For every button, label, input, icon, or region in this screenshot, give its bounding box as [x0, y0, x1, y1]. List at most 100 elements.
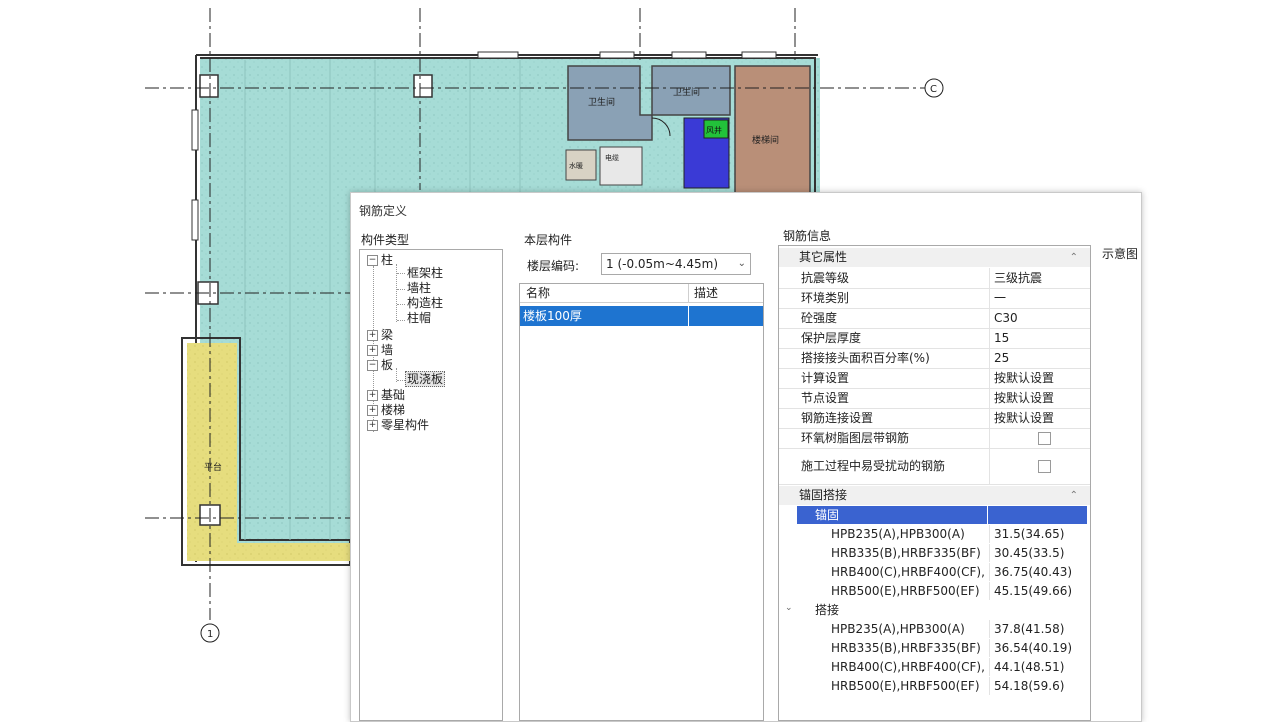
small-room-label-2: 电缆 — [605, 153, 619, 162]
prop-name: 施工过程中易受扰动的钢筋 — [801, 459, 946, 473]
anchorage-group-row[interactable]: ⌄ 锚固 — [785, 506, 1087, 524]
anchorage-value[interactable]: 31.5(34.65) — [989, 525, 1064, 543]
disturbed-checkbox[interactable] — [1037, 460, 1051, 473]
component-list[interactable]: 名称 描述 楼板100厚 — [519, 283, 764, 721]
prop-value[interactable]: 25 — [989, 348, 1009, 368]
tree-label: 零星构件 — [381, 418, 430, 432]
expand-icon[interactable]: + — [367, 405, 378, 416]
platform-area[interactable] — [187, 343, 237, 561]
prop-value[interactable]: 15 — [989, 328, 1009, 348]
steel-grade: HRB400(C),HRBF400(CF),RRB400(D) — [831, 660, 986, 674]
lap-row[interactable]: HPB235(A),HPB300(A) 37.8(41.58) — [779, 620, 1090, 638]
lap-row[interactable]: HRB400(C),HRBF400(CF),RRB400(D)44.1(48.5… — [779, 658, 1090, 676]
prop-row-connection-settings[interactable]: 钢筋连接设置 按默认设置 — [779, 408, 1090, 429]
left-margin — [0, 0, 140, 720]
tree-item-misc[interactable]: + 零星构件 — [367, 418, 429, 433]
tree-label: 柱 — [381, 253, 394, 267]
prop-name: 节点设置 — [801, 391, 850, 405]
collapse-icon[interactable]: − — [367, 255, 378, 266]
component-types-title: 构件类型 — [361, 233, 410, 247]
lap-value[interactable]: 36.54(40.19) — [989, 639, 1072, 657]
stair-room[interactable] — [734, 65, 811, 197]
tree-item-frame-column[interactable]: 框架柱 — [407, 266, 443, 281]
rebar-definition-dialog[interactable]: 钢筋定义 构件类型 − 柱 框架柱 墙柱 构造柱 柱帽 + 梁 + 墙 − 板 现浇板 … — [350, 192, 1142, 722]
prop-value[interactable] — [989, 428, 1090, 448]
steel-grade: HPB235(A),HPB300(A) — [831, 527, 965, 541]
prop-name: 计算设置 — [801, 371, 850, 385]
tree-item-wall[interactable]: + 墙 — [367, 343, 393, 358]
diagram-label: 示意图 — [1102, 247, 1139, 261]
prop-value[interactable]: 按默认设置 — [989, 388, 1054, 408]
tree-item-column[interactable]: − 柱 — [367, 253, 393, 268]
steel-grade: HPB235(A),HPB300(A) — [831, 622, 965, 636]
prop-value[interactable]: 一 — [989, 288, 1006, 308]
tree-item-structural-column[interactable]: 构造柱 — [407, 296, 443, 311]
lap-value[interactable]: 44.1(48.51) — [989, 658, 1064, 676]
tree-item-cast-slab[interactable]: 现浇板 — [405, 371, 446, 387]
tree-item-column-cap[interactable]: 柱帽 — [407, 311, 431, 326]
lap-row[interactable]: HRB500(E),HRBF500(EF) 54.18(59.6) — [779, 677, 1090, 695]
steel-grade: HRB335(B),HRBF335(BF) — [831, 546, 981, 560]
dialog-title: 钢筋定义 — [359, 204, 408, 218]
anchorage-value[interactable]: 30.45(33.5) — [989, 544, 1064, 562]
prop-name: 抗震等级 — [801, 271, 850, 285]
component-tree[interactable]: − 柱 框架柱 墙柱 构造柱 柱帽 + 梁 + 墙 − 板 现浇板 + 基础 + 楼梯 + 零… — [359, 249, 503, 721]
prop-value[interactable]: 三级抗震 — [989, 268, 1042, 288]
anchorage-row[interactable]: HPB235(A),HPB300(A) 31.5(34.65) — [779, 525, 1090, 543]
prop-value[interactable] — [989, 448, 1090, 484]
lap-row[interactable]: HRB335(B),HRBF335(BF) 36.54(40.19) — [779, 639, 1090, 657]
expand-icon[interactable]: + — [367, 390, 378, 401]
anchorage-row[interactable]: HRB500(E),HRBF500(EF) 45.15(49.66) — [779, 582, 1090, 600]
tree-label: 墙 — [381, 343, 394, 357]
prop-row-disturbed[interactable]: 施工过程中易受扰动的钢筋 — [779, 448, 1090, 485]
rebar-info-title: 钢筋信息 — [783, 229, 832, 243]
collapse-icon[interactable]: ⌃ — [1070, 248, 1078, 267]
collapse-icon[interactable]: − — [367, 360, 378, 371]
expand-icon[interactable]: + — [367, 345, 378, 356]
prop-row-calc-settings[interactable]: 计算设置 按默认设置 — [779, 368, 1090, 389]
tree-item-stair[interactable]: + 楼梯 — [367, 403, 405, 418]
chevron-down-icon[interactable]: ⌄ — [738, 254, 746, 274]
lap-value[interactable]: 54.18(59.6) — [989, 677, 1064, 695]
anchorage-value[interactable]: 36.75(40.43) — [989, 563, 1072, 581]
chevron-down-icon[interactable]: ⌄ — [785, 508, 793, 518]
lap-value[interactable]: 37.8(41.58) — [989, 620, 1064, 638]
prop-row-epoxy[interactable]: 环氧树脂图层带钢筋 — [779, 428, 1090, 449]
anchorage-row[interactable]: HRB335(B),HRBF335(BF) 30.45(33.5) — [779, 544, 1090, 562]
list-item-selected[interactable]: 楼板100厚 — [520, 306, 763, 326]
prop-value[interactable]: C30 — [989, 308, 1018, 328]
prop-row-node-settings[interactable]: 节点设置 按默认设置 — [779, 388, 1090, 409]
column-name-header[interactable]: 名称 — [526, 284, 550, 302]
collapse-icon[interactable]: ⌃ — [1070, 486, 1078, 505]
other-props-header[interactable]: 其它属性 ⌃ — [779, 248, 1090, 267]
column-desc-header[interactable]: 描述 — [694, 284, 718, 302]
prop-row-concrete[interactable]: 砼强度 C30 — [779, 308, 1090, 329]
tree-label: 梁 — [381, 328, 394, 342]
prop-row-seismic[interactable]: 抗震等级 三级抗震 — [779, 268, 1090, 289]
prop-value[interactable]: 按默认设置 — [989, 408, 1054, 428]
expand-icon[interactable]: + — [367, 420, 378, 431]
tree-label: 楼梯 — [381, 403, 406, 417]
lap-group-row[interactable]: ⌄ 搭接 — [785, 601, 1087, 619]
steel-grade: HRB400(C),HRBF400(CF),RRB400(D) — [831, 565, 986, 579]
expand-icon[interactable]: + — [367, 330, 378, 341]
small-room-2[interactable] — [599, 146, 643, 186]
platform-label: 平台 — [204, 461, 222, 473]
anchorage-value[interactable]: 45.15(49.66) — [989, 582, 1072, 600]
floor-code-select[interactable]: 1 (-0.05m~4.45m) ⌄ — [601, 253, 751, 275]
prop-row-lap-percent[interactable]: 搭接接头面积百分率(%) 25 — [779, 348, 1090, 369]
chevron-down-icon[interactable]: ⌄ — [785, 603, 793, 613]
prop-name: 保护层厚度 — [801, 331, 862, 345]
prop-row-environment[interactable]: 环境类别 一 — [779, 288, 1090, 309]
tree-item-foundation[interactable]: + 基础 — [367, 388, 405, 403]
anchor-header[interactable]: 锚固搭接 ⌃ — [779, 486, 1090, 505]
tree-item-wall-column[interactable]: 墙柱 — [407, 281, 431, 296]
rebar-property-grid[interactable]: 其它属性 ⌃ 抗震等级 三级抗震 环境类别 一 砼强度 C30 保护层厚度 15 搭接接… — [778, 245, 1091, 721]
prop-value[interactable]: 按默认设置 — [989, 368, 1054, 388]
epoxy-checkbox[interactable] — [1037, 432, 1051, 445]
tree-item-beam[interactable]: + 梁 — [367, 328, 393, 343]
prop-row-cover[interactable]: 保护层厚度 15 — [779, 328, 1090, 349]
tree-item-slab[interactable]: − 板 — [367, 358, 393, 373]
anchorage-row[interactable]: HRB400(C),HRBF400(CF),RRB400(D)36.75(40.… — [779, 563, 1090, 581]
axis-label-1: 1 — [207, 629, 213, 640]
